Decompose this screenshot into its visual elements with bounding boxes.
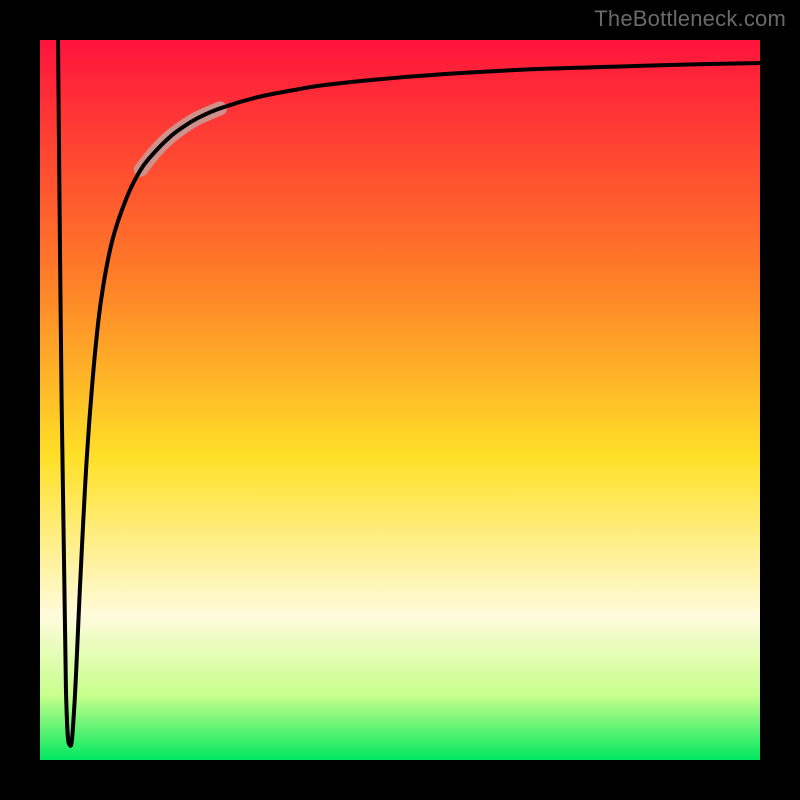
chart-frame: TheBottleneck.com <box>0 0 800 800</box>
plot-area <box>40 40 760 760</box>
chart-svg <box>40 40 760 760</box>
gradient-background <box>40 40 760 760</box>
attribution-text: TheBottleneck.com <box>594 6 786 32</box>
